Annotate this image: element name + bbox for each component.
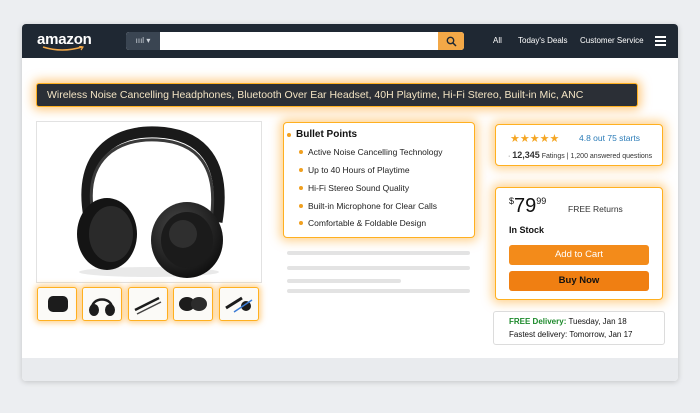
accessories-image xyxy=(225,296,253,313)
browser-frame: amazon ıııl ▾ All Today's Deals Customer… xyxy=(22,24,678,381)
price-cents: 99 xyxy=(536,196,547,206)
placeholder-line xyxy=(287,279,401,283)
bullet-item: Up to 40 Hours of Playtime xyxy=(299,165,410,175)
logo-smile-icon xyxy=(42,46,84,51)
nav-customer-service[interactable]: Customer Service xyxy=(580,24,644,58)
cable-image xyxy=(134,296,162,315)
price-whole: 79 xyxy=(514,195,537,217)
hamburger-menu-icon[interactable] xyxy=(655,36,666,46)
free-returns-link[interactable]: FREE Returns xyxy=(568,204,623,214)
ratings-count[interactable]: 12,345 xyxy=(512,150,540,160)
add-to-cart-button[interactable]: Add to Cart xyxy=(509,245,649,265)
stock-status: In Stock xyxy=(509,225,545,235)
case-image xyxy=(48,296,68,312)
price-currency: $ xyxy=(509,196,515,206)
buy-now-button[interactable]: Buy Now xyxy=(509,271,649,291)
nav-all[interactable]: All xyxy=(493,24,502,58)
free-delivery-label: FREE Delivery: xyxy=(509,317,567,326)
free-delivery-date: Tuesday, Jan 18 xyxy=(568,317,627,326)
search-button[interactable] xyxy=(438,32,464,50)
search-category-dropdown[interactable]: ıııl ▾ xyxy=(126,32,160,50)
star-rating-icon[interactable]: ★★★★★ xyxy=(510,132,559,145)
bullet-points-panel: Bullet Points Active Noise Cancelling Te… xyxy=(283,122,475,238)
placeholder-line xyxy=(287,266,470,270)
free-delivery-line: FREE Delivery: Tuesday, Jan 18 xyxy=(509,317,627,326)
headphones-image xyxy=(77,126,225,278)
fastest-delivery-line: Fastest delivery: Tomorrow, Jan 17 xyxy=(509,330,632,339)
bullet-item: Built-in Microphone for Clear Calls xyxy=(299,201,437,211)
thumbnail-folded[interactable] xyxy=(173,287,213,321)
price: $7999 xyxy=(509,195,546,218)
main-product-image[interactable] xyxy=(36,121,262,283)
nav-todays-deals[interactable]: Today's Deals xyxy=(518,24,568,58)
bullet-item: Active Noise Cancelling Technology xyxy=(299,147,443,157)
placeholder-line xyxy=(287,289,470,293)
folded-image xyxy=(179,297,207,311)
thumbnail-accessories[interactable] xyxy=(219,287,259,321)
ratings-count-row: · 12,345 Fatings | 1,200 answered questi… xyxy=(508,150,653,160)
buy-box: $7999 FREE Returns In Stock Add to Cart … xyxy=(495,187,663,300)
answered-questions-link[interactable]: 1,200 answered questions xyxy=(570,153,652,160)
thumbnail-headphones[interactable] xyxy=(82,287,122,321)
top-nav-bar: amazon ıııl ▾ All Today's Deals Customer… xyxy=(22,24,678,58)
rating-link[interactable]: 4.8 out 75 starts xyxy=(579,133,640,143)
bullet-item: Hi-Fi Stereo Sound Quality xyxy=(298,183,410,193)
thumbnail-cable[interactable] xyxy=(128,287,168,321)
bullet-item: Comfortable & Foldable Design xyxy=(298,218,427,228)
chevron-down-icon: ▾ xyxy=(146,36,151,45)
search-bar: ıııl ▾ xyxy=(126,32,464,50)
delivery-info: FREE Delivery: Tuesday, Jan 18 Fastest d… xyxy=(493,311,665,345)
headphones-thumb-image xyxy=(89,298,115,316)
search-input[interactable] xyxy=(160,32,438,50)
ratings-label: Fatings xyxy=(541,153,565,160)
page-footer-strip xyxy=(22,358,678,381)
product-title-highlight: Wireless Noise Cancelling Headphones, Bl… xyxy=(36,83,638,107)
bullet-points-title: Bullet Points xyxy=(286,129,358,140)
search-icon xyxy=(446,36,457,47)
category-label: ıııl xyxy=(135,36,145,45)
thumbnail-case[interactable] xyxy=(37,287,77,321)
fastest-delivery-label: Fastest delivery: xyxy=(509,330,568,339)
placeholder-line xyxy=(287,251,470,255)
fastest-delivery-date: Tomorrow, Jan 17 xyxy=(569,330,633,339)
rating-panel: ★★★★★ 4.8 out 75 starts · 12,345 Fatings… xyxy=(495,124,663,166)
product-title: Wireless Noise Cancelling Headphones, Bl… xyxy=(47,89,584,101)
